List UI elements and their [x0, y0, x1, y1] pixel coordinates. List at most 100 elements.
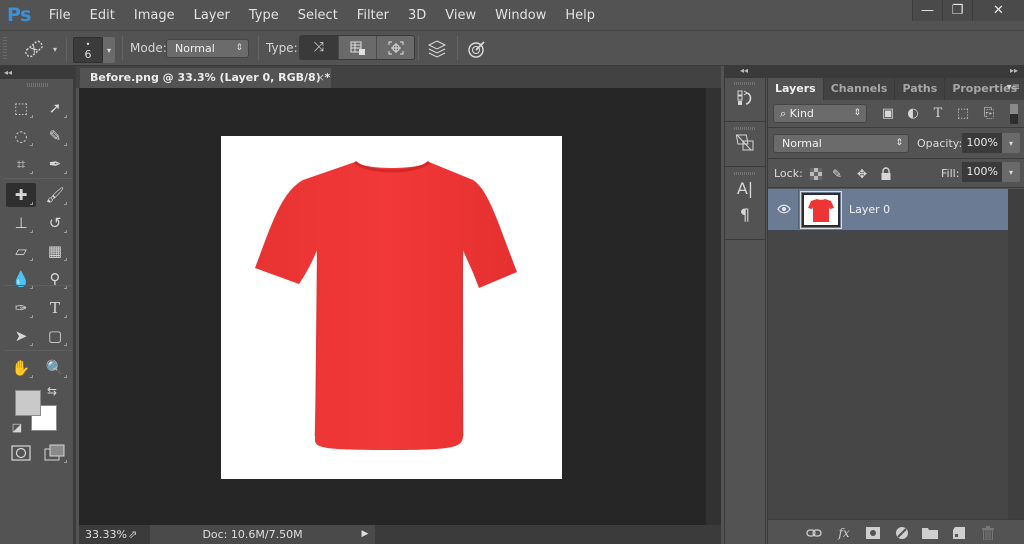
tool-eraser[interactable]: ▱	[6, 239, 36, 263]
history-panel-button[interactable]	[725, 85, 765, 111]
new-layer-button[interactable]	[950, 525, 968, 541]
menu-3d[interactable]: 3D	[408, 8, 426, 23]
tool-spot-healing-brush[interactable]: ✚	[6, 183, 36, 207]
menu-view[interactable]: View	[445, 8, 476, 23]
tshirt-image	[255, 160, 517, 450]
foreground-color-swatch[interactable]	[15, 390, 41, 416]
delete-layer-button[interactable]	[979, 525, 997, 541]
document-canvas[interactable]	[221, 136, 562, 479]
zoom-level-field[interactable]: 33.33%	[79, 528, 128, 541]
tool-lasso[interactable]: ◌	[6, 124, 36, 148]
expand-dock-icon[interactable]: ▸▸	[1010, 66, 1018, 75]
quick-mask-button[interactable]	[6, 441, 36, 465]
opacity-dropdown[interactable]: ▾	[1002, 133, 1020, 153]
properties-panel-button[interactable]	[725, 130, 765, 156]
tools-panel-header[interactable]: ◂◂	[0, 66, 76, 79]
menu-type[interactable]: Type	[249, 8, 279, 23]
tool-rectangular-marquee[interactable]: ⬚	[6, 96, 36, 120]
collapse-dock-icon[interactable]: ◂◂	[740, 66, 748, 75]
tab-paths[interactable]: Paths	[895, 78, 946, 100]
shape-filter-icon[interactable]: ⬚	[953, 104, 973, 123]
adjustment-layer-icon	[896, 527, 908, 539]
tool-blur[interactable]: 💧	[6, 267, 36, 291]
tool-brush[interactable]: 🖌	[40, 183, 70, 207]
document-tab[interactable]: Before.png @ 33.3% (Layer 0, RGB/8) * ×	[80, 68, 331, 88]
status-menu-arrow-icon[interactable]: ▶	[355, 525, 375, 544]
blend-mode-select[interactable]: Normal ⇕	[773, 134, 909, 153]
tool-path-selection[interactable]: ➤	[6, 324, 36, 348]
character-panel-button[interactable]: A|	[725, 175, 765, 201]
mode-select[interactable]: Normal ⇕	[166, 39, 249, 58]
tool-crop[interactable]: ⌗	[6, 152, 36, 176]
fill-dropdown[interactable]: ▾	[1002, 162, 1020, 182]
layer-row[interactable]: Layer 0	[768, 189, 1008, 231]
smart-object-filter-icon[interactable]: ⎘	[979, 104, 999, 123]
share-icon[interactable]: ⇗	[128, 528, 150, 541]
new-group-button[interactable]	[921, 525, 939, 541]
filter-toggle-switch[interactable]	[1010, 104, 1018, 124]
tool-rectangle-shape[interactable]: ▢	[40, 324, 70, 348]
tool-hand[interactable]: ✋	[6, 356, 36, 380]
lock-all-button[interactable]	[878, 166, 894, 182]
paragraph-panel-button[interactable]: ¶	[725, 201, 765, 227]
tool-preset-dropdown-icon[interactable]: ▾	[50, 41, 60, 57]
tools-panel-grip[interactable]	[27, 83, 49, 87]
adjustment-layer-button[interactable]	[893, 525, 911, 541]
tool-gradient[interactable]: ▦	[40, 239, 70, 263]
tool-history-brush[interactable]: ↺	[40, 211, 70, 235]
type-create-texture-button[interactable]	[338, 36, 376, 59]
tab-channels[interactable]: Channels	[824, 78, 896, 100]
tool-zoom[interactable]: 🔍	[40, 356, 70, 380]
layers-scrollbar[interactable]	[1008, 189, 1024, 519]
opacity-input[interactable]: 100%	[962, 133, 1002, 153]
link-layers-button[interactable]	[805, 525, 823, 541]
close-button[interactable]: ✕	[972, 0, 1024, 21]
pressure-toggle[interactable]	[465, 37, 489, 61]
menu-edit[interactable]: Edit	[90, 8, 115, 23]
menu-file[interactable]: File	[49, 8, 71, 23]
brush-size-dropdown[interactable]: ▾	[103, 37, 115, 63]
screen-mode-button[interactable]	[40, 441, 70, 465]
tool-pen[interactable]: ✑	[6, 296, 36, 320]
tool-dodge[interactable]: ⚲	[40, 267, 70, 291]
type-filter-icon[interactable]: T	[928, 104, 948, 123]
tool-preset-picker[interactable]	[20, 37, 48, 61]
layer-thumbnail[interactable]	[800, 191, 842, 229]
add-mask-button[interactable]	[864, 525, 882, 541]
brush-size-picker[interactable]: • 6	[73, 37, 103, 63]
swap-colors-icon[interactable]: ⇆	[42, 382, 62, 400]
lock-image-pixels-button[interactable]: ✎	[829, 166, 845, 182]
close-tab-icon[interactable]: ×	[316, 68, 325, 88]
restore-button[interactable]: ❐	[942, 0, 972, 21]
visibility-toggle[interactable]	[774, 201, 794, 217]
menu-help[interactable]: Help	[565, 8, 595, 23]
tool-type[interactable]: T	[40, 296, 70, 320]
tool-move[interactable]: ➚	[40, 96, 70, 120]
type-content-aware-button[interactable]	[376, 36, 414, 59]
minimize-button[interactable]: —	[912, 0, 942, 21]
type-proximity-match-button[interactable]: ⤨	[300, 36, 338, 59]
adjustment-filter-icon[interactable]: ◐	[903, 104, 923, 123]
layer-style-button[interactable]: fx	[835, 525, 853, 541]
lock-transparent-pixels-button[interactable]	[808, 166, 824, 182]
filter-kind-select[interactable]: ⌕ Kind ⇕	[773, 104, 867, 123]
default-colors-icon[interactable]: ◪	[9, 419, 25, 435]
sample-all-layers-toggle[interactable]	[425, 37, 449, 61]
menu-image[interactable]: Image	[134, 8, 175, 23]
options-bar-grip[interactable]	[3, 37, 7, 61]
fill-input[interactable]: 100%	[962, 162, 1002, 182]
pixel-filter-icon[interactable]: ▣	[878, 104, 898, 123]
menu-filter[interactable]: Filter	[357, 8, 389, 23]
lock-position-button[interactable]: ✥	[854, 166, 870, 182]
menu-window[interactable]: Window	[495, 8, 546, 23]
panel-menu-icon[interactable]: ▾≡	[1007, 82, 1020, 93]
menu-layer[interactable]: Layer	[194, 8, 230, 23]
tool-eyedropper[interactable]: ✒	[40, 152, 70, 176]
vertical-scrollbar[interactable]	[706, 88, 721, 525]
tab-layers[interactable]: Layers	[768, 78, 824, 100]
layer-name[interactable]: Layer 0	[849, 203, 890, 216]
menu-select[interactable]: Select	[298, 8, 338, 23]
tool-clone-stamp[interactable]: ⊥	[6, 211, 36, 235]
collapse-icon[interactable]: ◂◂	[4, 68, 12, 77]
tool-quick-selection[interactable]: ✎	[40, 124, 70, 148]
